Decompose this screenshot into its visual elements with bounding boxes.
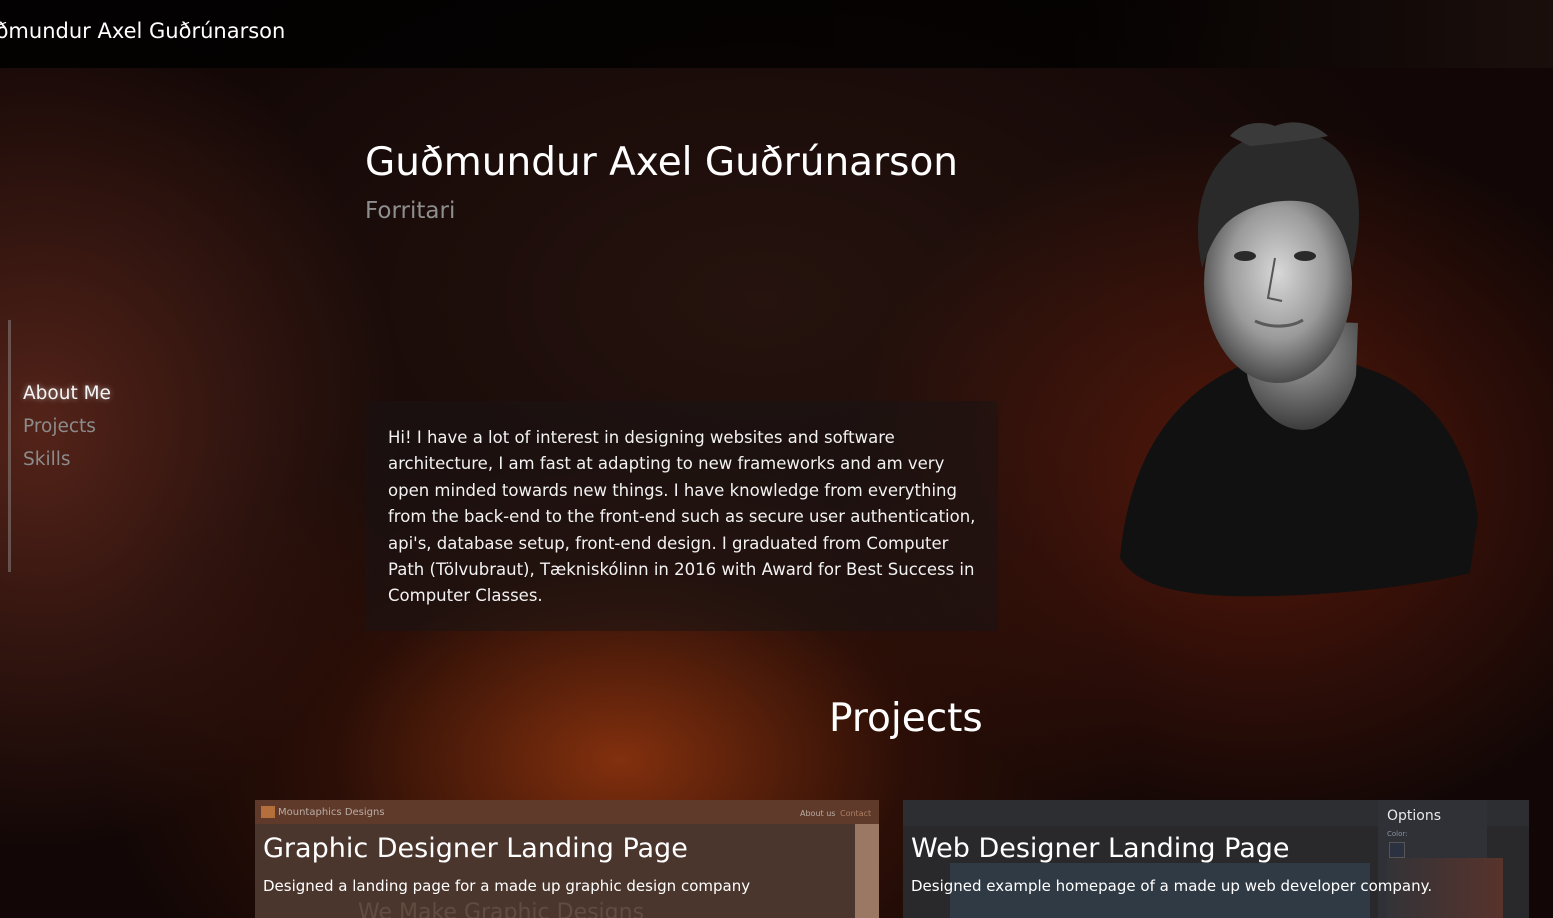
hero-subtitle: Forritari: [365, 198, 456, 224]
project-card-web-designer[interactable]: Options Color: Web Designer Landing Page…: [903, 800, 1529, 918]
nav-item-skills[interactable]: Skills: [23, 449, 71, 470]
project-screenshot-color-swatch: [1389, 842, 1405, 858]
project-description: Designed a landing page for a made up gr…: [263, 877, 751, 895]
project-title: Graphic Designer Landing Page: [263, 833, 688, 864]
project-card-graphic-designer[interactable]: Mountaphics Designs About us Contact We …: [255, 800, 879, 918]
about-text: Hi! I have a lot of interest in designin…: [388, 428, 976, 606]
project-title: Web Designer Landing Page: [911, 833, 1290, 864]
project-description: Designed example homepage of a made up w…: [911, 877, 1433, 895]
top-bar: Guðmundur Axel Guðrúnarson: [0, 0, 1553, 68]
project-screenshot-options-label: Options: [1387, 808, 1442, 824]
about-card: Hi! I have a lot of interest in designin…: [365, 401, 998, 631]
site-brand[interactable]: Guðmundur Axel Guðrúnarson: [0, 19, 285, 43]
side-nav-rail: [8, 320, 11, 572]
profile-portrait: [1120, 122, 1478, 597]
side-nav: About Me Projects Skills: [0, 320, 160, 572]
nav-item-about-me[interactable]: About Me: [23, 383, 111, 404]
projects-heading: Projects: [829, 696, 983, 741]
hero-name: Guðmundur Axel Guðrúnarson: [365, 140, 959, 185]
nav-item-projects[interactable]: Projects: [23, 416, 96, 437]
project-screenshot-color-label: Color:: [1387, 830, 1408, 838]
